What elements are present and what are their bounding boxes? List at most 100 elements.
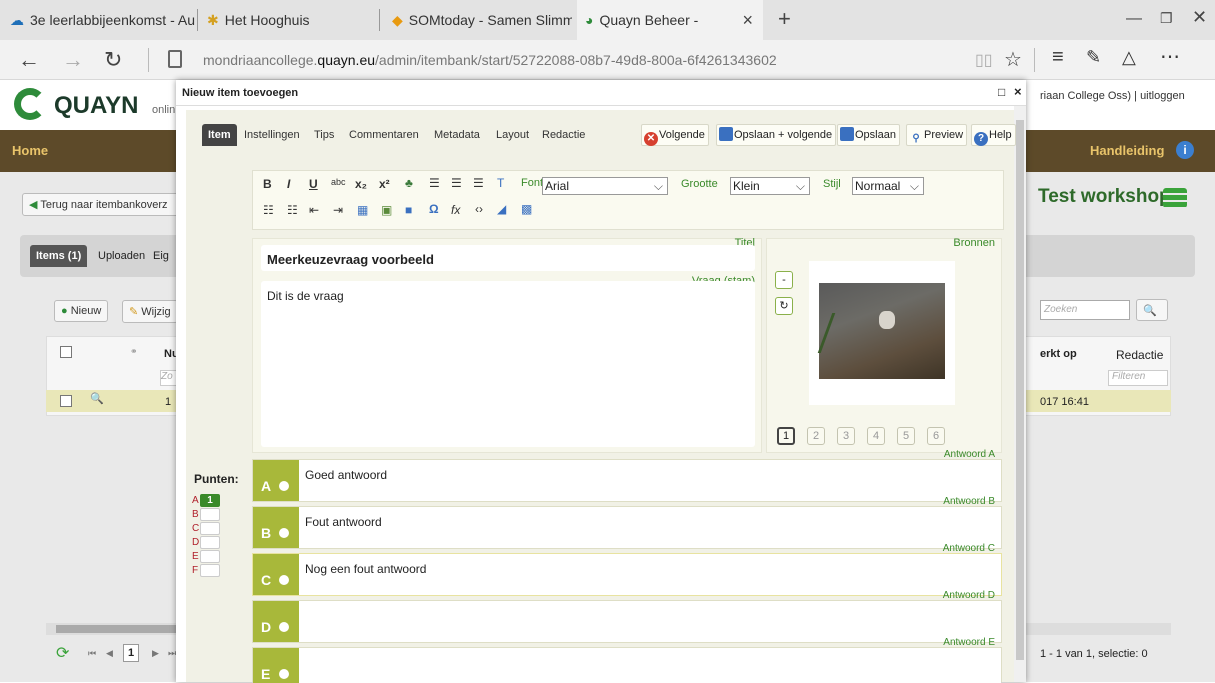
answer-editor-e[interactable] bbox=[299, 648, 1001, 683]
pager-prev-icon[interactable]: ◀ bbox=[106, 648, 113, 659]
bold-icon[interactable]: B bbox=[263, 177, 272, 191]
indent-icon[interactable]: ⇥ bbox=[333, 203, 343, 217]
next-button[interactable]: ✕ Volgende bbox=[641, 124, 709, 146]
radio-icon[interactable] bbox=[279, 622, 289, 632]
new-button[interactable]: ● Nieuw bbox=[54, 300, 109, 322]
radio-icon[interactable] bbox=[279, 669, 289, 679]
nav-manual[interactable]: Handleiding bbox=[1090, 143, 1164, 158]
numbered-list-icon[interactable]: ☷ bbox=[287, 203, 298, 217]
underline-icon[interactable]: U bbox=[309, 177, 318, 191]
nav-home[interactable]: Home bbox=[12, 143, 48, 158]
eraser-icon[interactable]: ◢ bbox=[497, 202, 506, 216]
points-input-f[interactable] bbox=[200, 564, 220, 577]
close-window-icon[interactable]: ✕ bbox=[1192, 7, 1207, 28]
outdent-icon[interactable]: ⇤ bbox=[309, 203, 319, 217]
pager-current[interactable]: 1 bbox=[123, 644, 139, 662]
source-image[interactable] bbox=[817, 283, 945, 379]
source-page-4[interactable]: 4 bbox=[867, 427, 885, 445]
stem-editor[interactable]: Dit is de vraag bbox=[261, 281, 755, 447]
more-icon[interactable]: ⋯ bbox=[1160, 44, 1180, 69]
points-input-b[interactable] bbox=[200, 508, 220, 521]
special-char-icon[interactable]: ♣ bbox=[405, 176, 413, 190]
dialog-scrollbar-thumb[interactable] bbox=[1016, 120, 1024, 660]
dialog-close-icon[interactable]: × bbox=[1014, 84, 1022, 99]
formula-icon[interactable]: fx bbox=[451, 203, 460, 217]
hub-icon[interactable]: ≡ bbox=[1052, 46, 1064, 69]
col-header-changed[interactable]: erkt op bbox=[1040, 348, 1077, 360]
pager-last-icon[interactable]: ⏭ bbox=[168, 648, 176, 659]
magnifier-icon[interactable]: 🔍 bbox=[90, 392, 104, 405]
tab-instellingen[interactable]: Instellingen bbox=[244, 124, 300, 146]
points-input-d[interactable] bbox=[200, 536, 220, 549]
omega-icon[interactable]: Ω bbox=[429, 202, 439, 216]
answer-editor-d[interactable] bbox=[299, 601, 1001, 642]
tab-item[interactable]: Item bbox=[202, 124, 237, 146]
forward-arrow-icon[interactable]: → bbox=[62, 46, 84, 74]
style-select[interactable]: Normaal ⌵ bbox=[852, 177, 924, 195]
source-page-1[interactable]: 1 bbox=[777, 427, 795, 445]
save-next-button[interactable]: Opslaan + volgende bbox=[716, 124, 837, 146]
col-header-redaction[interactable]: Redactie bbox=[1116, 348, 1163, 362]
restore-icon[interactable]: ❐ bbox=[1160, 10, 1173, 27]
help-button[interactable]: ? Help bbox=[971, 124, 1016, 146]
align-left-icon[interactable]: ☰ bbox=[429, 176, 440, 190]
browser-tab-active[interactable]: ◕ Quayn Beheer - × bbox=[577, 0, 763, 40]
tab-redactie[interactable]: Redactie bbox=[542, 124, 585, 146]
select-all-checkbox[interactable] bbox=[60, 346, 72, 358]
superscript-icon[interactable]: x² bbox=[379, 177, 390, 191]
size-select[interactable]: Klein ⌵ bbox=[730, 177, 810, 195]
tab-upload[interactable]: Uploaden bbox=[98, 250, 145, 262]
source-page-6[interactable]: 6 bbox=[927, 427, 945, 445]
answer-editor-a[interactable]: Goed antwoord bbox=[299, 460, 1001, 501]
tab-tips[interactable]: Tips bbox=[314, 124, 334, 146]
fullscreen-icon[interactable]: ▩ bbox=[521, 202, 532, 216]
refresh-grid-icon[interactable]: ⟳ bbox=[56, 643, 69, 663]
align-center-icon[interactable]: ☰ bbox=[451, 176, 462, 190]
clear-format-icon[interactable]: T bbox=[497, 176, 504, 190]
row-checkbox[interactable] bbox=[60, 395, 72, 407]
radio-selected-icon[interactable] bbox=[279, 481, 289, 491]
tab-items[interactable]: Items (1) bbox=[30, 245, 88, 267]
dialog-scrollbar[interactable] bbox=[1014, 106, 1026, 682]
answer-editor-c[interactable]: Nog een fout antwoord bbox=[299, 554, 1001, 595]
tab-layout[interactable]: Layout bbox=[496, 124, 529, 146]
source-page-3[interactable]: 3 bbox=[837, 427, 855, 445]
scrollbar-thumb[interactable] bbox=[56, 625, 176, 633]
browser-tab[interactable]: ✱ Het Hooghuis bbox=[207, 0, 377, 40]
bullet-list-icon[interactable]: ☷ bbox=[263, 203, 274, 217]
remove-source-button[interactable]: - bbox=[775, 271, 793, 289]
pager-first-icon[interactable]: ⏮ bbox=[88, 648, 96, 659]
search-input[interactable]: Zoeken bbox=[1040, 300, 1130, 320]
back-arrow-icon[interactable]: ← bbox=[18, 46, 40, 74]
title-input[interactable]: Meerkeuzevraag voorbeeld bbox=[261, 245, 755, 271]
reading-view-icon[interactable]: ▯▯ bbox=[975, 50, 993, 70]
points-input-e[interactable] bbox=[200, 550, 220, 563]
table-icon[interactable]: ▦ bbox=[357, 203, 368, 217]
strikethrough-icon[interactable]: abc bbox=[331, 177, 346, 187]
close-tab-icon[interactable]: × bbox=[742, 10, 753, 31]
tab-metadata[interactable]: Metadata bbox=[434, 124, 480, 146]
web-note-icon[interactable]: ✎ bbox=[1086, 47, 1101, 68]
tab-eig[interactable]: Eig bbox=[153, 250, 169, 262]
align-right-icon[interactable]: ☰ bbox=[473, 176, 484, 190]
info-icon[interactable]: i bbox=[1176, 141, 1194, 159]
filter-redaction[interactable]: Filteren bbox=[1108, 370, 1168, 386]
new-tab-button[interactable]: + bbox=[778, 6, 791, 32]
minimize-icon[interactable]: — bbox=[1126, 10, 1142, 28]
user-info[interactable]: riaan College Oss) | uitloggen bbox=[1040, 90, 1185, 102]
radio-icon[interactable] bbox=[279, 575, 289, 585]
search-button[interactable]: 🔍 bbox=[1136, 299, 1168, 321]
refresh-icon[interactable]: ↻ bbox=[104, 46, 122, 74]
font-select[interactable]: Arial ⌵ bbox=[542, 177, 668, 195]
radio-icon[interactable] bbox=[279, 528, 289, 538]
points-input-a[interactable]: 1 bbox=[200, 494, 220, 507]
maximize-icon[interactable]: □ bbox=[998, 85, 1005, 99]
tab-commentaren[interactable]: Commentaren bbox=[349, 124, 419, 146]
share-icon[interactable]: △ bbox=[1122, 47, 1136, 68]
favorite-star-icon[interactable]: ☆ bbox=[1004, 47, 1022, 72]
subscript-icon[interactable]: x₂ bbox=[355, 177, 367, 191]
image-icon[interactable]: ▣ bbox=[381, 203, 392, 217]
italic-icon[interactable]: I bbox=[287, 177, 290, 191]
edit-button[interactable]: ✎ Wijzig bbox=[122, 300, 178, 323]
source-page-2[interactable]: 2 bbox=[807, 427, 825, 445]
